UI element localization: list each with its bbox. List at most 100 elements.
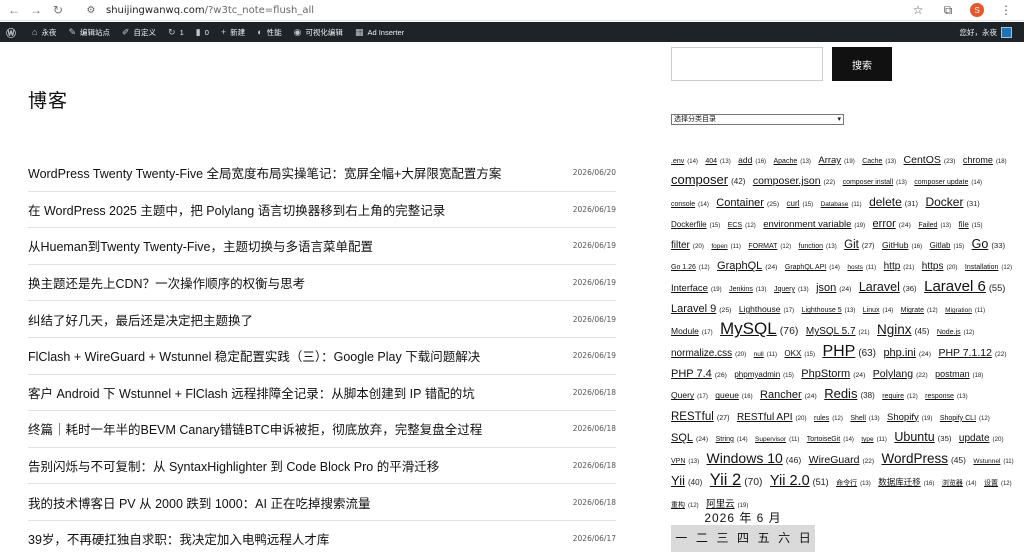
- adminbar-account[interactable]: 您好，永夜: [960, 22, 1012, 42]
- tag-link[interactable]: GraphQL (24): [717, 260, 777, 272]
- post-title-link[interactable]: 客户 Android 下 Wstunnel + FlClash 远程排障全记录：…: [28, 383, 475, 402]
- tag-link[interactable]: Rancher (24): [760, 389, 817, 401]
- tag-link[interactable]: queue (16): [715, 390, 752, 400]
- tag-link[interactable]: phpmyadmin (15): [734, 370, 793, 379]
- tag-link[interactable]: Module (17): [671, 326, 713, 336]
- post-title-link[interactable]: WordPress Twenty Twenty-Five 全局宽度布局实操笔记：…: [28, 163, 501, 182]
- tag-link[interactable]: PHP 7.1.12 (22): [938, 347, 1006, 359]
- reload-button[interactable]: ↻: [50, 2, 66, 18]
- wp-logo-button[interactable]: Ⓦ: [0, 22, 26, 42]
- tag-link[interactable]: normalize.css (20): [671, 348, 746, 359]
- menu-kebab-icon[interactable]: ⋮: [998, 2, 1014, 18]
- tag-link[interactable]: PHP (63): [822, 343, 876, 360]
- tag-link[interactable]: environment variable (19): [763, 219, 865, 230]
- tag-link[interactable]: Failed (13): [918, 222, 951, 229]
- adminbar-updates[interactable]: ↻ 1: [162, 22, 190, 42]
- tag-link[interactable]: Jquery (13): [774, 286, 809, 293]
- post-title-link[interactable]: 我的技术博客日 PV 从 2000 跌到 1000：AI 正在吃掉搜索流量: [28, 493, 370, 512]
- tag-link[interactable]: composer.json (22): [753, 175, 835, 187]
- tag-link[interactable]: Lighthouse (17): [739, 304, 794, 314]
- tag-link[interactable]: Query (17): [671, 390, 708, 400]
- tag-link[interactable]: Migrate (12): [901, 307, 938, 314]
- tag-link[interactable]: Migration (11): [945, 307, 985, 314]
- tag-link[interactable]: file (15): [959, 220, 983, 229]
- tag-link[interactable]: composer update (14): [914, 179, 982, 186]
- tag-link[interactable]: composer install (13): [843, 179, 907, 186]
- address-bar[interactable]: shuijingwanwq.com/?w3tc_note=flush_all: [106, 5, 314, 16]
- tag-link[interactable]: Lighthouse 5 (13): [802, 307, 856, 314]
- tag-link[interactable]: https (20): [922, 261, 958, 272]
- tag-link[interactable]: .env (14): [671, 158, 698, 165]
- tag-link[interactable]: response (13): [925, 393, 967, 400]
- tag-link[interactable]: null (11): [754, 351, 777, 358]
- tag-link[interactable]: function (13): [799, 243, 837, 250]
- tag-link[interactable]: Container (25): [716, 197, 779, 209]
- tag-link[interactable]: error (24): [873, 218, 911, 230]
- tag-link[interactable]: 浏览器 (14): [942, 480, 977, 487]
- tag-link[interactable]: Shopify (19): [887, 412, 932, 423]
- search-input[interactable]: [671, 47, 823, 81]
- tag-link[interactable]: Interface (19): [671, 283, 722, 294]
- tag-link[interactable]: type (11): [861, 436, 887, 443]
- post-title-link[interactable]: 纠结了好几天，最后还是决定把主题换了: [28, 310, 253, 329]
- tag-link[interactable]: Windows 10 (46): [707, 450, 802, 466]
- tag-link[interactable]: GraphQL API (14): [785, 264, 840, 271]
- tag-link[interactable]: Yii 2 (70): [710, 471, 763, 489]
- tag-link[interactable]: RESTful API (20): [737, 412, 807, 423]
- tag-link[interactable]: WireGuard (22): [809, 454, 874, 466]
- tag-link[interactable]: MySQL 5.7 (21): [806, 326, 870, 337]
- tag-link[interactable]: Laravel (36): [859, 280, 917, 294]
- tag-link[interactable]: Installation (12): [965, 264, 1012, 271]
- tag-link[interactable]: Linux (14): [863, 307, 893, 314]
- post-title-link[interactable]: 告别闪烁与不可复制：从 SyntaxHighlighter 到 Code Blo…: [28, 456, 439, 475]
- adminbar-performance[interactable]: ◐ 性能: [251, 22, 287, 42]
- post-title-link[interactable]: 从Hueman到Twenty Twenty-Five，主题切换与多语言菜单配置: [28, 236, 373, 255]
- tag-link[interactable]: Supervisor (11): [755, 436, 799, 443]
- tag-link[interactable]: 404 (13): [705, 158, 730, 165]
- tag-link[interactable]: Laravel 6 (55): [924, 278, 1005, 295]
- category-select[interactable]: 选择分类目录 ▾: [671, 114, 844, 125]
- post-title-link[interactable]: 终篇｜耗时一年半的BEVM Canary错链BTC申诉被拒，彻底放弃，完整复盘全…: [28, 419, 482, 438]
- tag-link[interactable]: console (14): [671, 201, 709, 208]
- tag-link[interactable]: 命令行 (13): [836, 480, 871, 487]
- bookmark-star-icon[interactable]: ☆: [910, 2, 926, 18]
- tag-link[interactable]: rules (12): [814, 415, 843, 422]
- adminbar-edit-site[interactable]: ✎ 编辑站点: [62, 22, 116, 42]
- profile-badge[interactable]: S: [970, 3, 984, 17]
- tag-link[interactable]: VPN (13): [671, 458, 699, 465]
- tag-link[interactable]: filter (20): [671, 240, 704, 251]
- tag-link[interactable]: Git (27): [844, 239, 874, 251]
- tag-link[interactable]: MySQL (76): [720, 319, 798, 338]
- tag-link[interactable]: Laravel 9 (25): [671, 303, 731, 315]
- forward-button[interactable]: →: [28, 2, 44, 18]
- tag-link[interactable]: curl (15): [787, 199, 814, 208]
- extensions-icon[interactable]: ⧉: [940, 2, 956, 18]
- tag-link[interactable]: 数据库迁移 (16): [878, 477, 934, 487]
- adminbar-visual-edit[interactable]: ◉ 可视化编辑: [288, 22, 349, 42]
- tag-link[interactable]: Wstunnel (11): [973, 458, 1013, 465]
- tag-link[interactable]: Ubuntu (35): [894, 430, 951, 444]
- tag-link[interactable]: 重构 (12): [671, 502, 699, 509]
- search-button[interactable]: 搜索: [832, 47, 892, 81]
- tag-link[interactable]: PHP 7.4 (26): [671, 368, 727, 380]
- tag-link[interactable]: postman (18): [935, 369, 983, 379]
- tag-link[interactable]: delete (31): [869, 195, 918, 209]
- tag-link[interactable]: Polylang (22): [873, 368, 928, 380]
- tag-link[interactable]: Apache (13): [773, 158, 810, 165]
- tag-link[interactable]: Docker (31): [925, 195, 979, 209]
- tag-link[interactable]: TortoiseGit (14): [807, 436, 854, 443]
- tag-link[interactable]: FORMAT (12): [748, 243, 791, 250]
- tag-link[interactable]: GitHub (16): [882, 240, 922, 250]
- tag-link[interactable]: ECS (12): [728, 222, 756, 229]
- tag-link[interactable]: Gitlab (15): [930, 241, 965, 250]
- tag-link[interactable]: Dockerfile (15): [671, 220, 720, 229]
- tag-link[interactable]: Go (33): [972, 237, 1005, 251]
- tag-link[interactable]: Array (19): [818, 155, 854, 166]
- adminbar-site-name[interactable]: ⌂ 永夜: [26, 22, 62, 42]
- adminbar-ad-inserter[interactable]: ▦ Ad Inserter: [349, 22, 410, 42]
- tag-link[interactable]: PhpStorm (24): [801, 368, 865, 380]
- tag-link[interactable]: CentOS (23): [904, 154, 956, 166]
- adminbar-customize[interactable]: ✐ 自定义: [116, 22, 162, 42]
- tag-link[interactable]: String (14): [716, 436, 748, 443]
- tag-link[interactable]: Cache (13): [862, 158, 896, 165]
